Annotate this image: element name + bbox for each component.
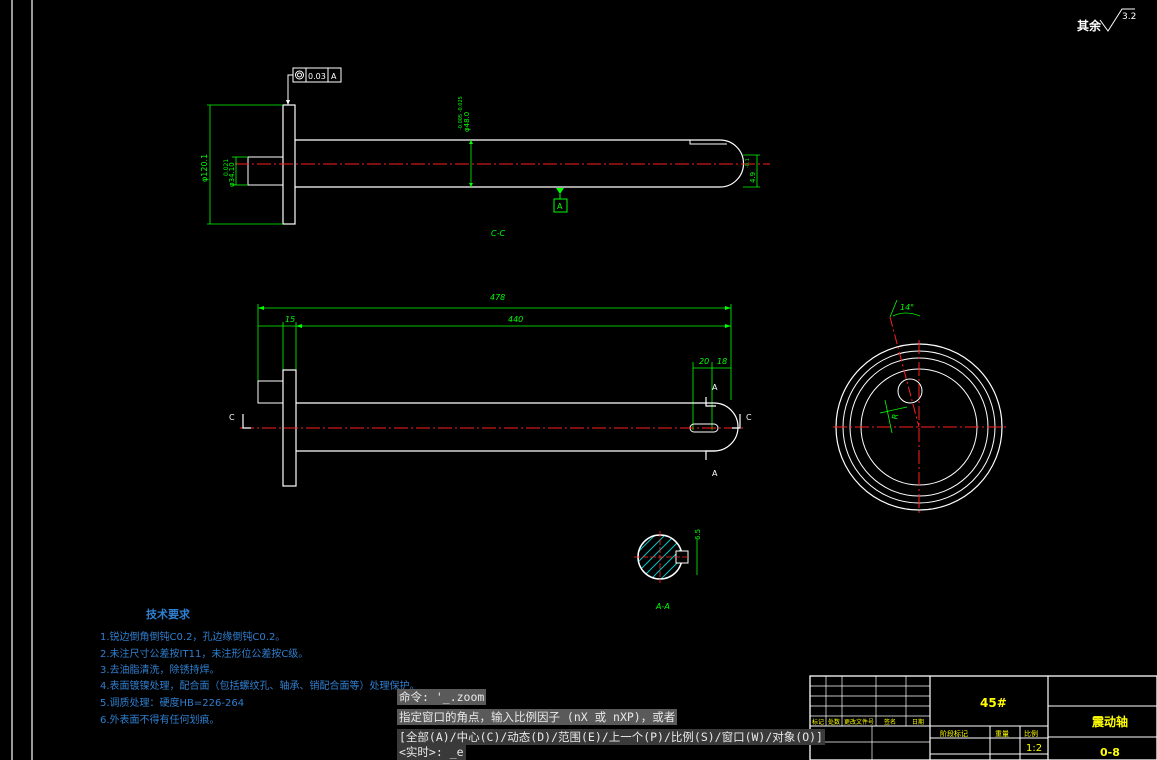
dim-right: 4.9 (749, 172, 757, 183)
surface-value: 3.2 (1122, 12, 1136, 22)
command-history-2: 指定窗口的角点，输入比例因子 (nX 或 nXP)，或者 (397, 709, 678, 725)
tech-item-1: 1.锐边倒角倒钝C0.2，孔边缘倒钝C0.2。 (100, 630, 285, 643)
dim-slot1: 20 (699, 357, 709, 366)
title-block: 标记 处数 更改文件号 签名 日期 阶段标记 重量 比例 45# 震动轴 1:2… (809, 675, 1157, 760)
dim-total: 478 (490, 293, 505, 302)
tech-requirements: 技术要求 1.锐边倒角倒钝C0.2，孔边缘倒钝C0.2。 2.未注尺寸公差按IT… (100, 607, 420, 726)
dim-mid: φ48.0 (463, 112, 471, 132)
cut-a-top: A (712, 383, 718, 392)
stage-cell-1: 阶段标记 (940, 729, 968, 738)
angle-label: 14° (900, 303, 914, 312)
dim-slot2: 18 (717, 357, 727, 366)
tech-item-2: 2.未注尺寸公差按IT11，未注形位公差按C级。 (100, 647, 308, 660)
dim-left-big: φ120.1 (200, 154, 209, 182)
tech-item-3: 3.去油脂清洗，除锈持焊。 (100, 663, 220, 676)
command-input[interactable]: <实时>: _e (397, 744, 466, 760)
header-cell-1: 标记 (812, 718, 824, 726)
dim-mid-tol: -0.005 -0.025 (458, 96, 464, 130)
header-cell-5: 日期 (912, 718, 924, 726)
scale-value: 1:2 (1026, 743, 1042, 754)
front-view: 478 15 440 20 18 C C A A (229, 293, 752, 487)
dim-right-tol: -0.1 (745, 158, 751, 168)
flatness-frame: 0.03 A (286, 67, 342, 105)
command-history-3: [全部(A)/中心(C)/动态(D)/范围(E)/上一个(P)/比例(S)/窗口… (397, 729, 825, 745)
command-history-1: 命令: '_.zoom (397, 689, 487, 705)
tech-title: 技术要求 (146, 607, 191, 621)
dim-shaft: 440 (508, 315, 523, 324)
tech-item-6: 6.外表面不得有任何划痕。 (100, 713, 220, 726)
stage-cell-3: 比例 (1024, 729, 1038, 738)
section-a: 6.5 A-A (634, 529, 702, 611)
top-view: 0.03 A φ120.1 φ34.10 0.021 φ48.0 -0.005 … (200, 67, 770, 238)
section-a-dim: 6.5 (694, 529, 702, 540)
cut-a-bottom: A (712, 469, 718, 478)
circle-view: 14° R (833, 299, 1006, 514)
datum-label: A (557, 202, 563, 211)
flatness-tolerance: 0.03 (308, 72, 326, 81)
drawing-no: 0-8 (1100, 746, 1120, 759)
part-name: 震动轴 (1092, 714, 1128, 729)
cut-c-right: C (746, 413, 752, 422)
tech-item-4: 4.表面镀镍处理，配合面（包括螺纹孔、轴承、销配合面等）处理保护。 (100, 679, 420, 692)
material-label: 45# (980, 696, 1007, 710)
dim-flange: 15 (285, 315, 295, 324)
section-a-label: A-A (655, 602, 670, 611)
cut-c-left: C (229, 413, 235, 422)
header-cell-4: 签名 (884, 718, 896, 726)
section-label-cc: C-C (491, 229, 505, 238)
header-cell-3: 更改文件号 (844, 718, 874, 726)
stage-cell-2: 重量 (995, 730, 1009, 738)
surface-finish-symbol: 其余 3.2 (1077, 8, 1136, 33)
header-cell-2: 处数 (828, 718, 840, 726)
surface-label: 其余 (1077, 18, 1102, 33)
dim-left-small-tol: 0.021 (223, 159, 230, 176)
tech-item-5: 5.调质处理：硬度HB=226-264 (100, 696, 244, 709)
radius-label: R (890, 412, 900, 420)
drawing-canvas[interactable]: 其余 3.2 0.03 A φ120.1 φ34.10 0.021 φ48.0 … (0, 0, 1157, 760)
flatness-datum: A (331, 72, 337, 81)
